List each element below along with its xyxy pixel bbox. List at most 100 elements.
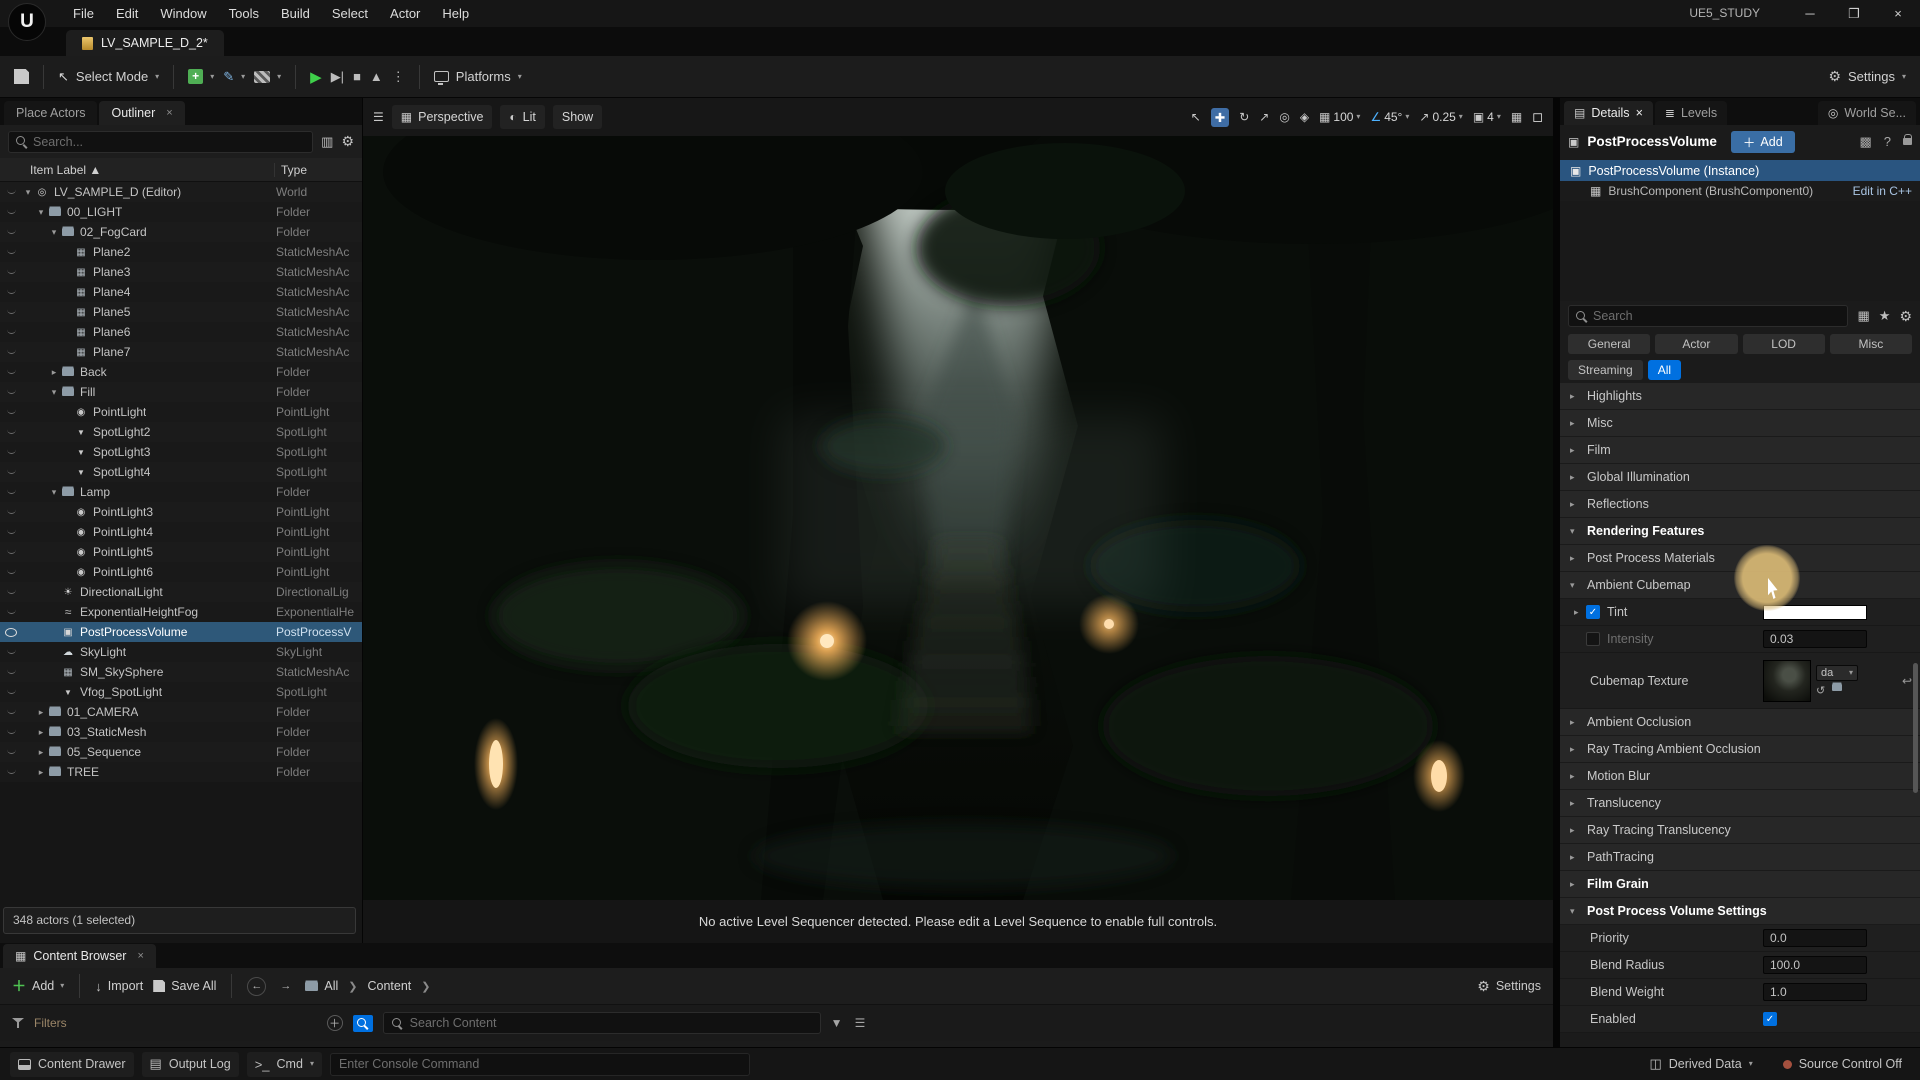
cinematics-dropdown[interactable]: ▾: [254, 71, 281, 83]
view-options-icon[interactable]: ☰: [855, 1016, 866, 1030]
menu-item[interactable]: Edit: [105, 0, 149, 27]
outliner-row[interactable]: 03_StaticMesh Folder: [0, 722, 362, 742]
outliner-filter-icon[interactable]: ▥: [321, 134, 333, 150]
visibility-eye-icon[interactable]: [0, 310, 22, 314]
viewport-layout-icon[interactable]: ▦: [1511, 110, 1522, 124]
cubemap-asset-dropdown[interactable]: da ▾: [1816, 665, 1858, 681]
outliner-row[interactable]: 01_CAMERA Folder: [0, 702, 362, 722]
outliner-row[interactable]: 05_Sequence Folder: [0, 742, 362, 762]
outliner-row[interactable]: SpotLight2 SpotLight: [0, 422, 362, 442]
outliner-row[interactable]: Plane6 StaticMeshAc: [0, 322, 362, 342]
tab-place-actors[interactable]: Place Actors: [4, 101, 97, 125]
outliner-row[interactable]: 02_FogCard Folder: [0, 222, 362, 242]
outliner-row[interactable]: SpotLight4 SpotLight: [0, 462, 362, 482]
expander-icon[interactable]: [35, 747, 47, 758]
details-category-row[interactable]: Motion Blur: [1560, 763, 1920, 790]
expander-icon[interactable]: [48, 367, 60, 378]
move-tool-icon[interactable]: ✚: [1211, 108, 1229, 127]
menu-item[interactable]: File: [62, 0, 105, 27]
add-component-button[interactable]: ＋ Add: [1731, 131, 1795, 153]
visibility-eye-icon[interactable]: [0, 410, 22, 414]
back-button[interactable]: ←: [247, 977, 266, 996]
close-icon[interactable]: ×: [137, 950, 143, 962]
enabled-checkbox[interactable]: [1763, 1012, 1777, 1026]
scale-snap-control[interactable]: ↗ 0.25 ▾: [1419, 110, 1462, 124]
view-mode-dropdown[interactable]: ◐ Lit: [500, 105, 544, 129]
content-drawer-button[interactable]: Content Drawer: [10, 1052, 134, 1077]
edit-in-cpp-link[interactable]: Edit in C++: [1853, 184, 1912, 198]
details-category-row[interactable]: Rendering Features: [1560, 518, 1920, 545]
details-category-row[interactable]: Ray Tracing Ambient Occlusion: [1560, 736, 1920, 763]
outliner-row[interactable]: SpotLight3 SpotLight: [0, 442, 362, 462]
close-button[interactable]: ×: [1876, 0, 1920, 27]
outliner-row[interactable]: PointLight6 PointLight: [0, 562, 362, 582]
details-category-row[interactable]: Post Process Materials: [1560, 545, 1920, 572]
scale-tool-icon[interactable]: ↗: [1259, 110, 1269, 124]
visibility-eye-icon[interactable]: [0, 370, 22, 374]
maximize-viewport-icon[interactable]: ◻: [1532, 109, 1543, 125]
visibility-eye-icon[interactable]: [0, 350, 22, 354]
visibility-eye-icon[interactable]: [0, 670, 22, 674]
maximize-button[interactable]: ❐: [1832, 0, 1876, 27]
add-content-button[interactable]: ＋ Add ▾: [12, 976, 64, 996]
display-filter-icon[interactable]: ▦: [1857, 308, 1869, 324]
intensity-field[interactable]: 0.03: [1763, 630, 1867, 648]
unreal-logo[interactable]: U: [8, 3, 46, 41]
skip-button[interactable]: ▶|: [331, 69, 344, 85]
visibility-eye-icon[interactable]: [0, 610, 22, 614]
platforms-dropdown[interactable]: Platforms ▾: [434, 69, 522, 84]
visibility-eye-icon[interactable]: [0, 290, 22, 294]
editor-settings-dropdown[interactable]: ⚙ Settings ▾: [1828, 68, 1906, 85]
lock-icon[interactable]: [1903, 138, 1912, 145]
setting-value-field[interactable]: 100.0: [1763, 956, 1867, 974]
visibility-eye-icon[interactable]: [0, 330, 22, 334]
visibility-eye-icon[interactable]: [0, 650, 22, 654]
tint-color-swatch[interactable]: [1763, 605, 1867, 620]
visibility-eye-icon[interactable]: [0, 230, 22, 234]
visibility-eye-icon[interactable]: [0, 770, 22, 774]
outliner-row[interactable]: DirectionalLight DirectionalLig: [0, 582, 362, 602]
expander-icon[interactable]: [35, 727, 47, 738]
source-control-button[interactable]: Source Control Off: [1775, 1052, 1910, 1077]
details-category-row[interactable]: Post Process Volume Settings: [1560, 898, 1920, 925]
stop-button[interactable]: ■: [353, 69, 361, 84]
visibility-eye-icon[interactable]: [0, 470, 22, 474]
details-settings-icon[interactable]: ⚙: [1899, 308, 1912, 325]
outliner-row[interactable]: Lamp Folder: [0, 482, 362, 502]
expander-icon[interactable]: [35, 707, 47, 718]
menu-item[interactable]: Actor: [379, 0, 431, 27]
expander-icon[interactable]: [48, 227, 60, 238]
outliner-row[interactable]: Plane3 StaticMeshAc: [0, 262, 362, 282]
outliner-search-input[interactable]: [33, 135, 194, 149]
content-browser-settings[interactable]: ⚙ Settings: [1477, 978, 1541, 995]
details-category-row[interactable]: Global Illumination: [1560, 464, 1920, 491]
visibility-eye-icon[interactable]: [0, 530, 22, 534]
outliner-row[interactable]: PostProcessVolume PostProcessV: [0, 622, 362, 642]
outliner-row[interactable]: PointLight PointLight: [0, 402, 362, 422]
menu-item[interactable]: Build: [270, 0, 321, 27]
forward-button[interactable]: →: [276, 977, 295, 996]
browse-to-asset-icon[interactable]: ↺: [1816, 684, 1825, 697]
details-category-row[interactable]: Reflections: [1560, 491, 1920, 518]
save-search-icon[interactable]: ▼: [831, 1016, 843, 1030]
folder-icon[interactable]: [1832, 684, 1842, 691]
camera-speed-control[interactable]: ▣ 4 ▾: [1473, 110, 1501, 124]
visibility-eye-icon[interactable]: [0, 490, 22, 494]
column-item-label[interactable]: Item Label ▲: [0, 163, 274, 177]
reset-property-icon[interactable]: ↩: [1902, 674, 1912, 688]
menu-item[interactable]: Help: [431, 0, 480, 27]
visibility-eye-icon[interactable]: [0, 210, 22, 214]
add-filter-icon[interactable]: ＋: [327, 1015, 343, 1031]
help-icon[interactable]: ?: [1884, 134, 1891, 149]
outliner-row[interactable]: Fill Folder: [0, 382, 362, 402]
search-toggle-button[interactable]: [353, 1015, 373, 1032]
tab-world-settings[interactable]: ◎ World Se...: [1818, 101, 1916, 125]
details-category-row[interactable]: PathTracing: [1560, 844, 1920, 871]
expander-icon[interactable]: [35, 767, 47, 778]
expander-icon[interactable]: [48, 387, 60, 398]
outliner-row[interactable]: PointLight3 PointLight: [0, 502, 362, 522]
expander-icon[interactable]: [35, 207, 47, 218]
details-search[interactable]: [1568, 305, 1848, 327]
details-category-row[interactable]: Film Grain: [1560, 871, 1920, 898]
play-button[interactable]: ▶: [310, 68, 322, 86]
